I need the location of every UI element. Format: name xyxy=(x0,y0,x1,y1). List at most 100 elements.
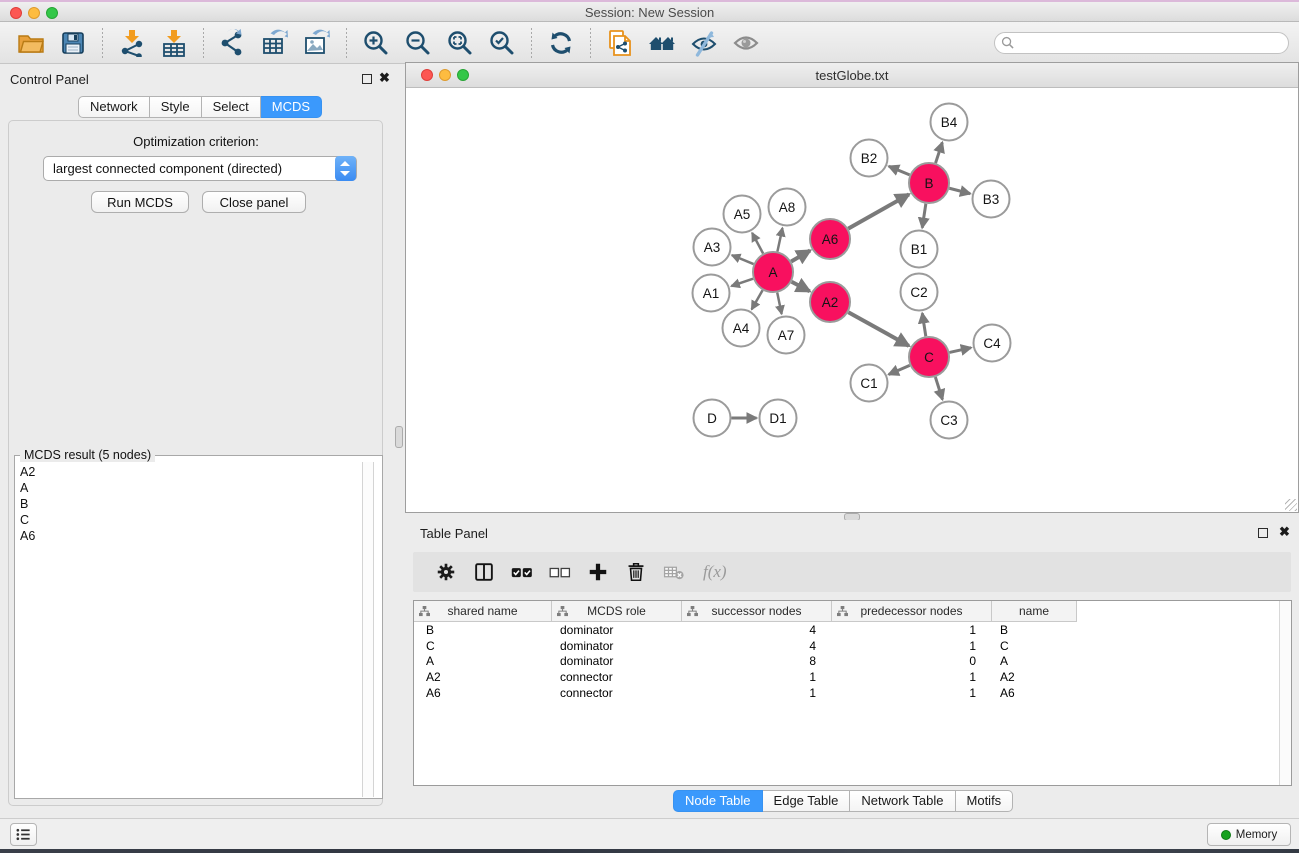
graph-node-D1[interactable]: D1 xyxy=(760,400,797,437)
mcds-result-item[interactable]: A2 xyxy=(20,464,358,480)
graph-edge-A-A4[interactable] xyxy=(752,290,763,309)
zoom-fit-icon[interactable] xyxy=(445,28,475,58)
open-session-icon[interactable] xyxy=(16,28,46,58)
graph-node-C3[interactable]: C3 xyxy=(931,402,968,439)
graph-node-B4[interactable]: B4 xyxy=(931,104,968,141)
tab-style[interactable]: Style xyxy=(150,96,202,118)
mcds-result-item[interactable]: A6 xyxy=(20,528,358,544)
table-cell[interactable]: connector xyxy=(552,686,682,702)
control-panel-close-icon[interactable]: ✖ xyxy=(379,72,390,84)
graph-node-A5[interactable]: A5 xyxy=(724,196,761,233)
mcds-result-item[interactable]: A xyxy=(20,480,358,496)
show-all-icon[interactable] xyxy=(731,28,761,58)
show-column-icon[interactable] xyxy=(471,559,497,585)
memory-button[interactable]: Memory xyxy=(1207,823,1291,846)
import-table-icon[interactable] xyxy=(159,28,189,58)
table-row[interactable]: A2connector11A2 xyxy=(414,670,1291,686)
graph-edge-B-B2[interactable] xyxy=(889,166,910,175)
network-from-selection-icon[interactable] xyxy=(605,28,635,58)
graph-node-B3[interactable]: B3 xyxy=(973,181,1010,218)
graph-node-C1[interactable]: C1 xyxy=(851,365,888,402)
graph-node-D[interactable]: D xyxy=(694,400,731,437)
table-panel-float-icon[interactable] xyxy=(1258,528,1268,538)
graph-node-A3[interactable]: A3 xyxy=(694,229,731,266)
table-cell[interactable]: 1 xyxy=(832,670,992,686)
graph-node-A2[interactable]: A2 xyxy=(810,282,850,322)
table-settings-icon[interactable] xyxy=(433,559,459,585)
table-cell[interactable]: A2 xyxy=(414,670,552,686)
table-cell[interactable]: A xyxy=(992,654,1077,670)
export-image-icon[interactable] xyxy=(302,28,332,58)
graph-node-A4[interactable]: A4 xyxy=(723,310,760,347)
table-scrollbar[interactable] xyxy=(1279,601,1291,785)
mcds-list-scrollbar[interactable] xyxy=(362,462,374,797)
close-panel-button[interactable]: Close panel xyxy=(202,191,306,213)
graph-edge-C-C3[interactable] xyxy=(935,377,942,399)
zoom-selected-icon[interactable] xyxy=(487,28,517,58)
graph-edge-A-A2[interactable] xyxy=(792,282,810,292)
graph-edge-B-B3[interactable] xyxy=(949,188,970,193)
column-header-successor-nodes[interactable]: successor nodes xyxy=(682,601,832,622)
task-history-button[interactable] xyxy=(10,823,37,846)
column-header-mcds-role[interactable]: MCDS role xyxy=(552,601,682,622)
table-cell[interactable]: 4 xyxy=(682,639,832,655)
graph-node-B1[interactable]: B1 xyxy=(901,231,938,268)
graph-node-B[interactable]: B xyxy=(909,163,949,203)
add-column-icon[interactable] xyxy=(585,559,611,585)
tab-select[interactable]: Select xyxy=(202,96,261,118)
table-panel-close-icon[interactable]: ✖ xyxy=(1279,526,1290,538)
graph-edge-A6-B[interactable] xyxy=(848,194,909,228)
tab-node-table[interactable]: Node Table xyxy=(673,790,763,812)
graph-node-B2[interactable]: B2 xyxy=(851,140,888,177)
graph-node-C[interactable]: C xyxy=(909,337,949,377)
table-row[interactable]: Adominator80A xyxy=(414,654,1291,670)
criterion-dropdown[interactable]: largest connected component (directed) xyxy=(43,156,357,181)
graph-edge-A-A3[interactable] xyxy=(732,255,754,264)
zoom-out-icon[interactable] xyxy=(403,28,433,58)
table-cell[interactable]: B xyxy=(992,623,1077,639)
network-canvas[interactable]: B4B2BB3A5A8A6A3B1AA1C2A2A4A7C4CC1C3DD1 xyxy=(406,89,1298,512)
graph-edge-B-B1[interactable] xyxy=(922,204,926,228)
graph-edge-A-A7[interactable] xyxy=(777,293,781,314)
table-row[interactable]: Cdominator41C xyxy=(414,639,1291,655)
table-cell[interactable]: A2 xyxy=(992,670,1077,686)
table-cell[interactable]: A xyxy=(414,654,552,670)
run-mcds-button[interactable]: Run MCDS xyxy=(91,191,189,213)
network-window-titlebar[interactable]: testGlobe.txt xyxy=(406,63,1298,88)
column-header-predecessor-nodes[interactable]: predecessor nodes xyxy=(832,601,992,622)
table-cell[interactable]: 1 xyxy=(682,670,832,686)
mcds-result-item[interactable]: C xyxy=(20,512,358,528)
function-builder-icon[interactable]: f(x) xyxy=(703,562,727,582)
graph-edge-A2-C[interactable] xyxy=(848,312,909,346)
tab-network[interactable]: Network xyxy=(78,96,150,118)
table-cell[interactable]: A6 xyxy=(992,686,1077,702)
table-cell[interactable]: C xyxy=(414,639,552,655)
table-cell[interactable]: 1 xyxy=(832,639,992,655)
graph-edge-A-A1[interactable] xyxy=(731,279,753,286)
import-network-icon[interactable] xyxy=(117,28,147,58)
tab-mcds[interactable]: MCDS xyxy=(261,96,322,118)
table-cell[interactable]: dominator xyxy=(552,623,682,639)
graph-node-C2[interactable]: C2 xyxy=(901,274,938,311)
table-cell[interactable]: 0 xyxy=(832,654,992,670)
graph-edge-A-A8[interactable] xyxy=(777,228,782,251)
table-cell[interactable]: 1 xyxy=(832,623,992,639)
control-panel-float-icon[interactable] xyxy=(362,74,372,84)
table-cell[interactable]: connector xyxy=(552,670,682,686)
table-cell[interactable]: 1 xyxy=(832,686,992,702)
zoom-in-icon[interactable] xyxy=(361,28,391,58)
tab-edge-table[interactable]: Edge Table xyxy=(763,790,851,812)
table-cell[interactable]: C xyxy=(992,639,1077,655)
graph-edge-A-A5[interactable] xyxy=(752,233,763,254)
column-header-shared-name[interactable]: shared name xyxy=(414,601,552,622)
graph-edge-C-C1[interactable] xyxy=(889,365,910,374)
mcds-result-item[interactable]: B xyxy=(20,496,358,512)
graph-node-A7[interactable]: A7 xyxy=(768,317,805,354)
graph-node-A8[interactable]: A8 xyxy=(769,189,806,226)
table-cell[interactable]: 8 xyxy=(682,654,832,670)
graph-edge-C-C2[interactable] xyxy=(922,313,926,336)
export-table-icon[interactable] xyxy=(260,28,290,58)
graph-node-C4[interactable]: C4 xyxy=(974,325,1011,362)
table-row[interactable]: Bdominator41B xyxy=(414,623,1291,639)
graph-edge-A-A6[interactable] xyxy=(791,251,810,262)
